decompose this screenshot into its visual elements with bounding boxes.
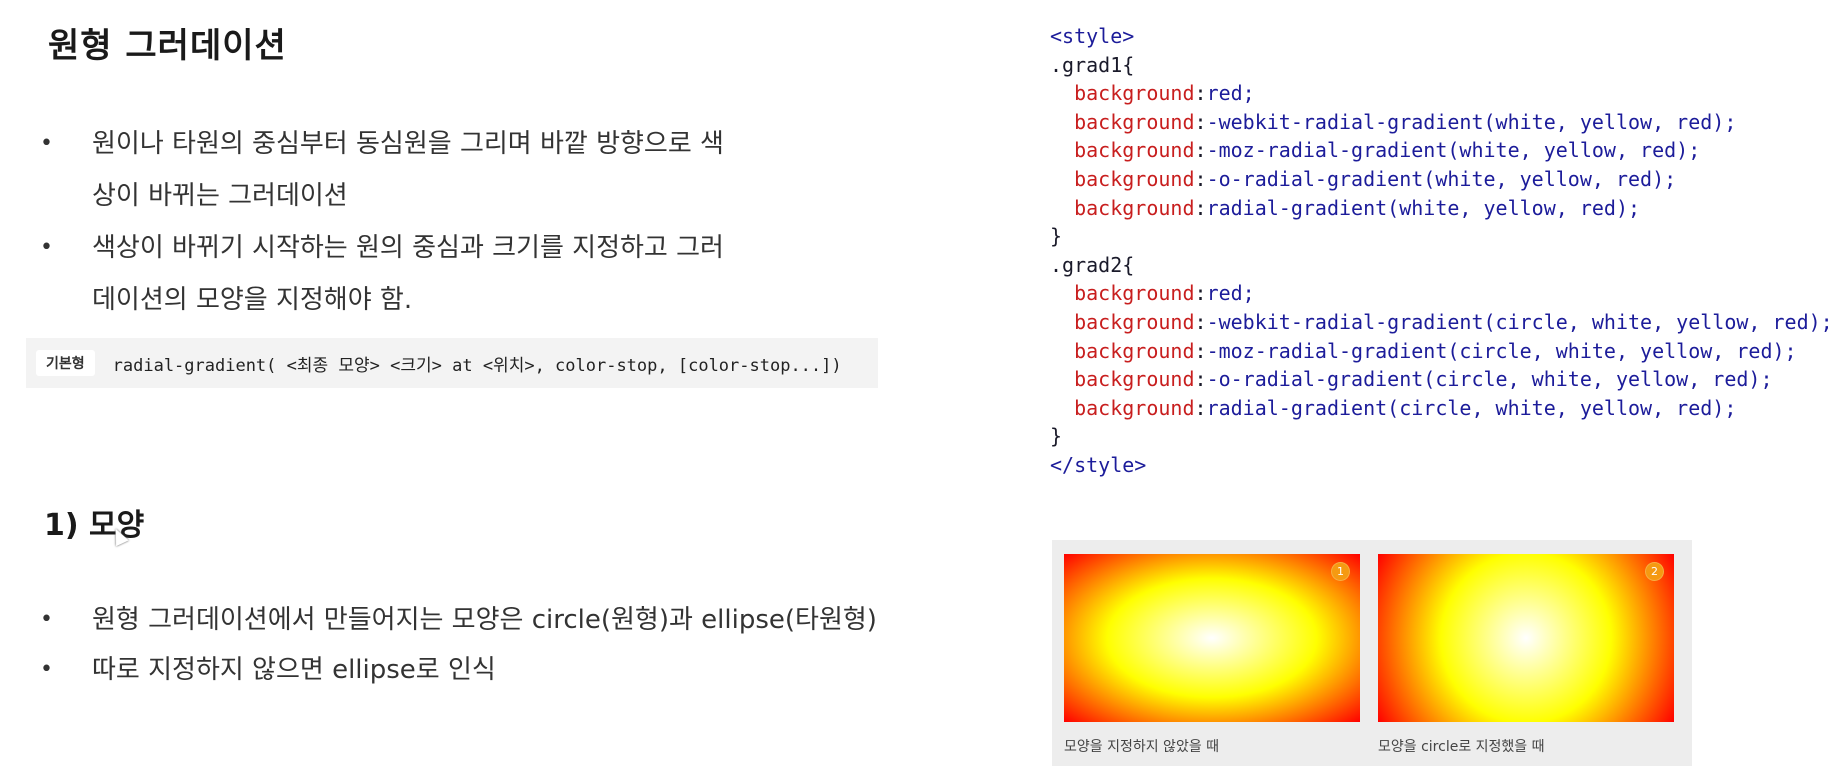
code-close-tag: </style> — [1050, 452, 1147, 477]
code-open-tag: <style> — [1050, 24, 1135, 48]
bullet-dot: • — [40, 131, 53, 156]
sample-caption: 모양을 지정하지 않았을 때 — [1064, 739, 1220, 755]
bullet-dot: • — [40, 657, 53, 682]
code-block: <style> .grad1{ background:red; backgrou… — [1050, 22, 1833, 480]
bullet-text: 따로 지정하지 않으면 ellipse로 인식 — [92, 655, 496, 685]
page-title: 원형 그러데이션 — [48, 26, 287, 66]
code-declaration: background:-webkit-radial-gradient(white… — [1074, 109, 1737, 134]
bullet-text: 원형 그러데이션에서 만들어지는 모양은 circle(원형)과 ellipse… — [92, 605, 877, 635]
code-property: background — [1074, 281, 1195, 306]
bullet-dot: • — [40, 235, 53, 260]
code-value: -moz-radial-gradient(circle, white, yell… — [1206, 338, 1797, 363]
code-selector: .grad1{ — [1050, 52, 1135, 77]
bullet-line: 상이 바뀌는 그러데이션 — [92, 181, 348, 211]
code-declaration: background:-o-radial-gradient(white, yel… — [1074, 166, 1677, 191]
code-property: background — [1074, 309, 1195, 334]
code-property: background — [1074, 138, 1195, 163]
code-property: background — [1074, 195, 1195, 220]
code-value: -webkit-radial-gradient(white, yellow, r… — [1206, 109, 1737, 134]
circle-gradient-sample: 2 — [1378, 554, 1674, 722]
gradient-demo-panel: 1 2 모양을 지정하지 않았을 때 모양을 circle로 지정했을 때 — [1052, 540, 1692, 766]
code-declaration: background:-o-radial-gradient(circle, wh… — [1074, 367, 1773, 392]
code-value: radial-gradient(circle, white, yellow, r… — [1206, 395, 1737, 420]
section-bullet-list: • 원형 그러데이션에서 만들어지는 모양은 circle(원형)과 ellip… — [40, 595, 1000, 695]
code-declaration: background:-webkit-radial-gradient(circl… — [1074, 309, 1833, 334]
syntax-formula: radial-gradient( <최종 모양> <크기> at <위치>, c… — [112, 355, 842, 376]
code-value: red; — [1206, 281, 1255, 306]
sample-caption: 모양을 circle로 지정했을 때 — [1378, 739, 1545, 755]
bullet-dot: • — [40, 607, 53, 632]
code-value: -webkit-radial-gradient(circle, white, y… — [1206, 309, 1833, 334]
code-close-brace: } — [1050, 424, 1063, 449]
ellipse-gradient-sample: 1 — [1064, 554, 1360, 722]
syntax-box: 기본형 radial-gradient( <최종 모양> <크기> at <위치… — [26, 338, 878, 388]
code-property: background — [1074, 395, 1195, 420]
code-value: -o-radial-gradient(white, yellow, red); — [1206, 166, 1677, 191]
list-item: • 색상이 바뀌기 시작하는 원의 중심과 크기를 지정하고 그러 데이션의 모… — [40, 222, 860, 326]
code-property: background — [1074, 166, 1195, 191]
code-property: background — [1074, 109, 1195, 134]
syntax-tag: 기본형 — [36, 350, 95, 376]
code-declaration: background:red; — [1074, 81, 1255, 106]
number-badge: 2 — [1645, 562, 1664, 581]
bullet-line: 색상이 바뀌기 시작하는 원의 중심과 크기를 지정하고 그러 — [92, 233, 724, 263]
list-item: • 따로 지정하지 않으면 ellipse로 인식 — [40, 645, 1000, 695]
bullet-line: 원이나 타원의 중심부터 동심원을 그리며 바깥 방향으로 색 — [92, 129, 724, 159]
bullet-line: 데이션의 모양을 지정해야 함. — [92, 285, 413, 315]
code-property: background — [1074, 367, 1195, 392]
number-badge: 1 — [1331, 562, 1350, 581]
code-declaration: background:radial-gradient(white, yellow… — [1074, 195, 1641, 220]
intro-bullet-list: • 원이나 타원의 중심부터 동심원을 그리며 바깥 방향으로 색 상이 바뀌는… — [40, 118, 860, 326]
code-property: background — [1074, 338, 1195, 363]
code-value: -o-radial-gradient(circle, white, yellow… — [1206, 367, 1773, 392]
list-item: • 원이나 타원의 중심부터 동심원을 그리며 바깥 방향으로 색 상이 바뀌는… — [40, 118, 860, 222]
code-selector: .grad2{ — [1050, 252, 1135, 277]
code-declaration: background:-moz-radial-gradient(circle, … — [1074, 338, 1797, 363]
section-heading: 1) 모양 — [44, 508, 145, 543]
code-value: -moz-radial-gradient(white, yellow, red)… — [1206, 138, 1701, 163]
code-value: red; — [1206, 81, 1255, 106]
list-item: • 원형 그러데이션에서 만들어지는 모양은 circle(원형)과 ellip… — [40, 595, 1000, 645]
code-close-brace: } — [1050, 224, 1063, 249]
code-declaration: background:radial-gradient(circle, white… — [1074, 395, 1737, 420]
code-property: background — [1074, 81, 1195, 106]
code-declaration: background:red; — [1074, 281, 1255, 306]
code-value: radial-gradient(white, yellow, red); — [1206, 195, 1641, 220]
code-declaration: background:-moz-radial-gradient(white, y… — [1074, 138, 1701, 163]
